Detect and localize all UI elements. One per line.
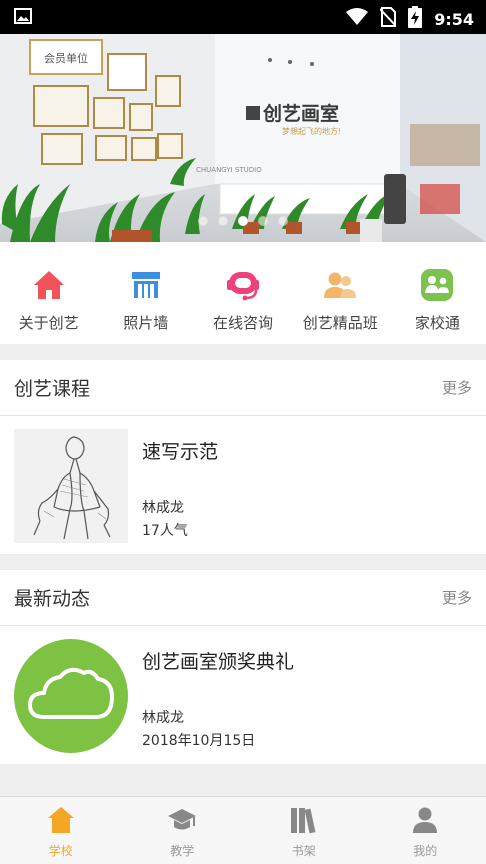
section-title: 最新动态: [14, 588, 91, 610]
quick-nav-label: 在线咨询: [213, 314, 274, 332]
course-thumbnail: [14, 429, 128, 543]
tab-bookshelf[interactable]: 书架: [243, 797, 365, 864]
banner-sign-text: 创艺画室: [262, 102, 339, 125]
image-icon: [14, 8, 32, 28]
courses-section: 创艺课程 更多 速写示范 林成龙 17人气: [0, 360, 486, 554]
course-author: 林成龙: [142, 500, 184, 516]
more-link[interactable]: 更多: [442, 587, 472, 608]
quick-nav-label: 创艺精品班: [302, 314, 378, 332]
quick-nav-label: 家校通: [414, 314, 460, 332]
more-link[interactable]: 更多: [442, 377, 472, 398]
carousel-dot[interactable]: [258, 216, 268, 226]
banner-studio-text: CHUANGYI STUDIO: [196, 166, 262, 174]
tab-label: 我的: [413, 844, 438, 858]
wifi-icon: [346, 8, 369, 30]
carousel-indicators[interactable]: [0, 216, 486, 226]
tab-school[interactable]: 学校: [0, 797, 122, 864]
section-title: 创艺课程: [14, 378, 91, 400]
news-date: 2018年10月15日: [142, 733, 256, 749]
banner-sign-sub: 梦想起飞的地方!: [282, 126, 341, 136]
group-icon: [322, 267, 358, 303]
battery-charging-icon: [408, 6, 423, 32]
tab-teaching[interactable]: 教学: [122, 797, 244, 864]
news-thumbnail: [14, 639, 128, 753]
quick-nav-consult[interactable]: 在线咨询: [194, 242, 291, 344]
home-icon: [31, 267, 67, 303]
news-section: 最新动态 更多 创艺画室颁奖典礼 林成龙 2018年10月15日: [0, 570, 486, 764]
banner-carousel[interactable]: 会员单位 创艺画室 梦想起飞的地方! CHUANGYI STUDIO: [0, 34, 486, 242]
section-header: 最新动态 更多: [0, 570, 486, 626]
quick-nav-label: 关于创艺: [18, 314, 79, 332]
quick-nav-home-school[interactable]: 家校通: [389, 242, 486, 344]
headset-icon: [225, 267, 261, 303]
person-icon: [411, 806, 439, 838]
course-title: 速写示范: [142, 441, 219, 463]
tab-label: 学校: [48, 844, 73, 858]
course-popularity: 17人气: [142, 523, 188, 539]
wall-plaque-text: 会员单位: [44, 51, 88, 65]
course-card[interactable]: 速写示范 林成龙 17人气: [0, 416, 486, 556]
family-icon: [419, 267, 455, 303]
carousel-dot[interactable]: [218, 216, 228, 226]
quick-nav-elite-class[interactable]: 创艺精品班: [292, 242, 389, 344]
tab-label: 教学: [170, 844, 195, 858]
tab-label: 书架: [291, 844, 316, 858]
status-bar: 9:54: [0, 0, 486, 34]
school-icon: [47, 806, 75, 838]
carousel-dot[interactable]: [238, 216, 248, 226]
banner-photo: 会员单位 创艺画室 梦想起飞的地方! CHUANGYI STUDIO: [0, 34, 486, 242]
no-sim-icon: [379, 7, 397, 31]
carousel-dot[interactable]: [278, 216, 288, 226]
section-header: 创艺课程 更多: [0, 360, 486, 416]
news-author: 林成龙: [142, 710, 184, 726]
quick-nav-about[interactable]: 关于创艺: [0, 242, 97, 344]
quick-nav: 关于创艺 照片墙 在线咨询 创艺精品班 家校通: [0, 242, 486, 344]
bookshelf-icon: [289, 806, 319, 838]
graduation-cap-icon: [167, 806, 197, 838]
clock: 9:54: [434, 9, 474, 29]
storefront-icon: [128, 267, 164, 303]
carousel-dot[interactable]: [198, 216, 208, 226]
tab-mine[interactable]: 我的: [365, 797, 486, 864]
news-card[interactable]: 创艺画室颁奖典礼 林成龙 2018年10月15日: [0, 626, 486, 766]
quick-nav-label: 照片墙: [123, 314, 169, 332]
quick-nav-photo-wall[interactable]: 照片墙: [97, 242, 194, 344]
news-title: 创艺画室颁奖典礼: [142, 651, 295, 673]
bottom-tab-bar: 学校 教学 书架 我的: [0, 796, 486, 864]
